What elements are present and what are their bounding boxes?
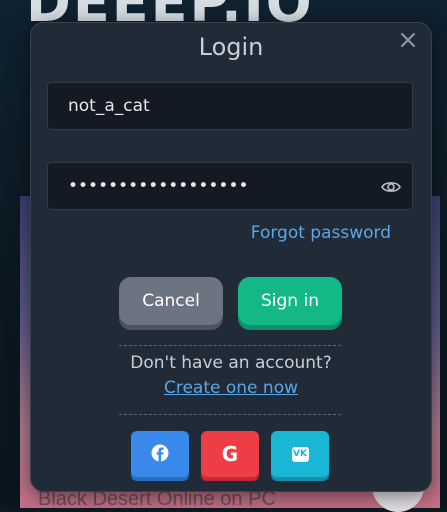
no-account-text: Don't have an account? — [130, 353, 332, 373]
password-field-container — [47, 162, 413, 210]
username-field-container — [47, 82, 413, 130]
password-input[interactable] — [48, 163, 412, 209]
create-account-link[interactable]: Create one now — [31, 378, 431, 398]
username-input[interactable] — [48, 83, 412, 129]
google-icon: G — [221, 442, 239, 466]
vk-icon: VK — [291, 446, 309, 462]
cancel-button[interactable]: Cancel — [119, 277, 223, 325]
divider — [119, 414, 341, 415]
facebook-login-button[interactable] — [131, 431, 189, 477]
sign-in-button[interactable]: Sign in — [238, 277, 342, 325]
login-modal: Login Forgot password Cancel Sign in Don… — [30, 22, 432, 492]
close-icon[interactable] — [397, 29, 419, 51]
forgot-password-link[interactable]: Forgot password — [221, 223, 391, 243]
show-password-icon[interactable] — [380, 177, 402, 197]
modal-title: Login — [198, 33, 264, 61]
google-login-button[interactable]: G — [201, 431, 259, 477]
divider — [119, 345, 341, 346]
facebook-icon — [151, 444, 169, 465]
vk-login-button[interactable]: VK — [271, 431, 329, 477]
